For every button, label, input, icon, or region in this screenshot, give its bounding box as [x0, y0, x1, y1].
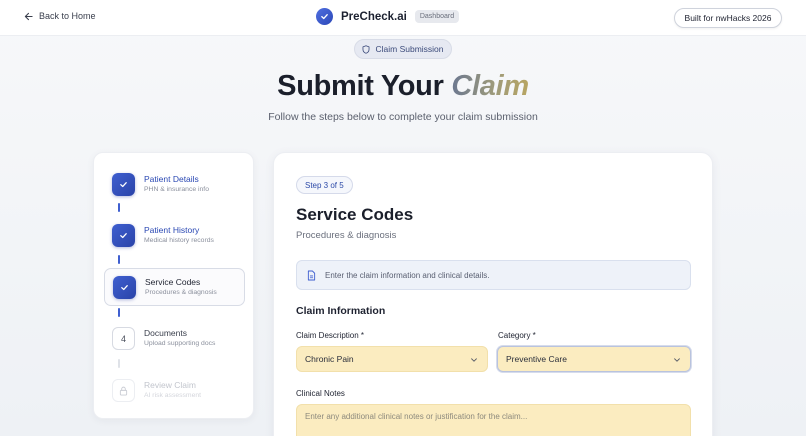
clinical-notes-label: Clinical Notes: [296, 389, 345, 398]
step-desc: PHN & insurance info: [144, 186, 209, 193]
page: Back to Home PreCheck.ai Dashboard Built…: [0, 0, 806, 436]
step-connector: [118, 308, 120, 317]
step-title: Service Codes: [145, 277, 201, 287]
back-link-label: Back to Home: [39, 11, 96, 21]
info-callout: Enter the claim information and clinical…: [296, 260, 691, 290]
title-main: Submit Your: [277, 70, 452, 102]
category-label: Category *: [498, 331, 536, 340]
step-patient-details[interactable]: Patient Details PHN & insurance info: [104, 166, 245, 204]
arrow-left-icon: [24, 12, 33, 20]
form-title: Service Codes: [296, 205, 414, 224]
check-icon: [112, 173, 135, 196]
claim-description-select[interactable]: Chronic Pain: [296, 346, 488, 372]
step-connector: [118, 255, 120, 264]
clinical-notes-textarea[interactable]: Enter any additional clinical notes or j…: [296, 404, 691, 436]
check-icon: [113, 276, 136, 299]
lock-icon: [112, 379, 135, 402]
claim-description-value: Chronic Pain: [305, 354, 354, 364]
brand-name: PreCheck.ai: [341, 10, 407, 23]
step-service-codes[interactable]: Service Codes Procedures & diagnosis: [104, 268, 245, 306]
info-text: Enter the claim information and clinical…: [325, 270, 490, 280]
pill-label: Claim Submission: [375, 44, 444, 54]
claim-description-label: Claim Description *: [296, 331, 365, 340]
shield-icon: [363, 44, 370, 54]
built-for-button[interactable]: Built for nwHacks 2026: [674, 8, 782, 28]
claim-submission-pill: Claim Submission: [354, 39, 452, 59]
step-documents[interactable]: 4 Documents Upload supporting docs: [104, 320, 245, 358]
step-connector: [118, 359, 120, 368]
form-subtitle: Procedures & diagnosis: [296, 230, 397, 241]
step-title: Patient Details: [144, 174, 199, 184]
title-accent: Claim: [451, 70, 529, 102]
step-title: Patient History: [144, 225, 200, 235]
step-desc: Procedures & diagnosis: [145, 289, 217, 296]
check-logo-icon: [316, 8, 333, 25]
top-nav: Back to Home PreCheck.ai Dashboard Built…: [0, 0, 806, 36]
chevron-down-icon: [674, 358, 680, 362]
section-title: Claim Information: [296, 305, 386, 317]
step-patient-history[interactable]: Patient History Medical history records: [104, 217, 245, 255]
category-select[interactable]: Preventive Care: [497, 346, 691, 372]
category-value: Preventive Care: [506, 354, 567, 364]
dashboard-badge[interactable]: Dashboard: [414, 10, 460, 23]
chevron-down-icon: [471, 358, 477, 362]
step-title: Review Claim: [144, 380, 196, 390]
steps-sidebar: Patient Details PHN & insurance info Pat…: [93, 152, 254, 419]
step-connector: [118, 203, 120, 212]
service-codes-form: Step 3 of 5 Service Codes Procedures & d…: [273, 152, 713, 436]
step-desc: AI risk assessment: [144, 392, 202, 399]
back-to-home-link[interactable]: Back to Home: [24, 11, 96, 21]
document-icon: [307, 270, 316, 280]
step-number: 4: [112, 327, 135, 350]
step-indicator: Step 3 of 5: [296, 176, 353, 194]
brand[interactable]: PreCheck.ai Dashboard: [316, 8, 460, 25]
step-desc: Medical history records: [144, 237, 214, 244]
step-review-claim: Review Claim AI risk assessment: [104, 372, 245, 410]
step-title: Documents: [144, 328, 187, 338]
step-desc: Upload supporting docs: [144, 340, 216, 347]
page-subtitle: Follow the steps below to complete your …: [268, 111, 538, 123]
page-title: Submit Your Claim: [0, 70, 806, 103]
check-icon: [112, 224, 135, 247]
